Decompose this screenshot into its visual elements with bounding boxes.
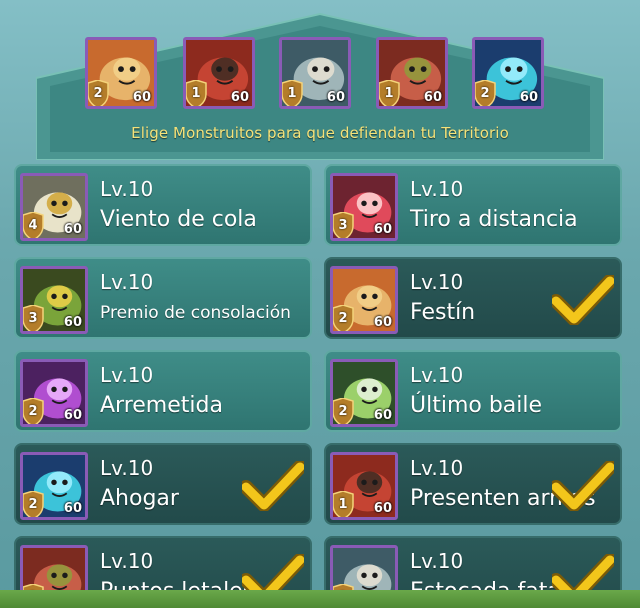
defender-slot[interactable]: 2 60 (472, 37, 544, 109)
selected-checkmark-icon (552, 275, 614, 325)
skill-level: Lv.10 (100, 177, 154, 201)
defender-slot[interactable]: 1 60 (279, 37, 351, 109)
star-rank-value: 4 (28, 218, 38, 233)
monster-level: 60 (423, 90, 442, 105)
skill-name: Tiro a distancia (410, 207, 578, 232)
skill-name: Arremetida (100, 393, 223, 418)
star-rank-value: 1 (287, 86, 297, 101)
monster-portrait: 3 60 (20, 266, 88, 334)
star-rank-shield-icon: 1 (282, 80, 304, 106)
star-rank-value: 2 (338, 404, 348, 419)
skill-level: Lv.10 (410, 177, 464, 201)
monster-level: 60 (519, 90, 538, 105)
monster-level: 60 (230, 90, 249, 105)
skill-name: Festín (410, 300, 476, 325)
monster-level: 60 (373, 501, 392, 516)
monster-portrait: 1 60 (330, 452, 398, 520)
monster-card[interactable]: 3 60 Lv.10 Premio de consolación (14, 257, 312, 339)
defender-slot[interactable]: 1 60 (183, 37, 255, 109)
monster-portrait: 2 60 (330, 266, 398, 334)
monster-card[interactable]: 1 60 Lv.10 Presenten armas (324, 443, 622, 525)
skill-level: Lv.10 (100, 549, 154, 573)
skill-level: Lv.10 (100, 363, 154, 387)
monster-portrait: 2 60 (330, 359, 398, 427)
monster-card[interactable]: 2 60 Lv.10 Festín (324, 257, 622, 339)
skill-name: Último baile (410, 393, 543, 418)
star-rank-shield-icon: 1 (333, 491, 355, 517)
star-rank-shield-icon: 3 (23, 305, 45, 331)
skill-name: Viento de cola (100, 207, 257, 232)
selected-checkmark-icon (242, 461, 304, 511)
star-rank-value: 1 (338, 497, 348, 512)
monster-list[interactable]: 4 60 Lv.10 Viento de cola 3 60 Lv.10 Tir… (0, 164, 640, 608)
skill-level: Lv.10 (410, 270, 464, 294)
skill-level: Lv.10 (410, 456, 464, 480)
star-rank-shield-icon: 2 (23, 491, 45, 517)
star-rank-shield-icon: 2 (88, 80, 110, 106)
monster-card[interactable]: 2 60 Lv.10 Arremetida (14, 350, 312, 432)
monster-card[interactable]: 2 60 Lv.10 Último baile (324, 350, 622, 432)
monster-level: 60 (373, 222, 392, 237)
defender-prompt: Elige Monstruitos para que defiendan tu … (131, 124, 509, 142)
monster-level: 60 (63, 222, 82, 237)
defender-slot[interactable]: 1 60 (376, 37, 448, 109)
monster-portrait: 4 60 (20, 173, 88, 241)
monster-level: 60 (373, 315, 392, 330)
star-rank-shield-icon: 3 (333, 212, 355, 238)
star-rank-value: 2 (480, 86, 490, 101)
skill-name: Premio de consolación (100, 303, 291, 323)
star-rank-value: 2 (338, 311, 348, 326)
star-rank-value: 2 (28, 404, 38, 419)
skill-level: Lv.10 (100, 270, 154, 294)
star-rank-shield-icon: 2 (475, 80, 497, 106)
star-rank-value: 3 (338, 218, 348, 233)
star-rank-shield-icon: 4 (23, 212, 45, 238)
monster-card[interactable]: 3 60 Lv.10 Tiro a distancia (324, 164, 622, 246)
star-rank-shield-icon: 2 (23, 398, 45, 424)
star-rank-shield-icon: 1 (379, 80, 401, 106)
skill-level: Lv.10 (100, 456, 154, 480)
monster-card[interactable]: 4 60 Lv.10 Viento de cola (14, 164, 312, 246)
star-rank-value: 2 (28, 497, 38, 512)
ground-strip (0, 590, 640, 608)
monster-portrait: 3 60 (330, 173, 398, 241)
defender-slot[interactable]: 2 60 (85, 37, 157, 109)
monster-level: 60 (373, 408, 392, 423)
star-rank-value: 3 (28, 311, 38, 326)
skill-name: Ahogar (100, 486, 179, 511)
selected-checkmark-icon (552, 461, 614, 511)
star-rank-value: 2 (93, 86, 103, 101)
monster-card[interactable]: 2 60 Lv.10 Ahogar (14, 443, 312, 525)
monster-level: 60 (63, 501, 82, 516)
monster-level: 60 (132, 90, 151, 105)
star-rank-value: 1 (191, 86, 201, 101)
monster-level: 60 (63, 315, 82, 330)
skill-level: Lv.10 (410, 363, 464, 387)
skill-level: Lv.10 (410, 549, 464, 573)
star-rank-shield-icon: 2 (333, 398, 355, 424)
monster-level: 60 (63, 408, 82, 423)
monster-level: 60 (326, 90, 345, 105)
monster-portrait: 2 60 (20, 452, 88, 520)
star-rank-value: 1 (384, 86, 394, 101)
monster-portrait: 2 60 (20, 359, 88, 427)
star-rank-shield-icon: 1 (186, 80, 208, 106)
star-rank-shield-icon: 2 (333, 305, 355, 331)
